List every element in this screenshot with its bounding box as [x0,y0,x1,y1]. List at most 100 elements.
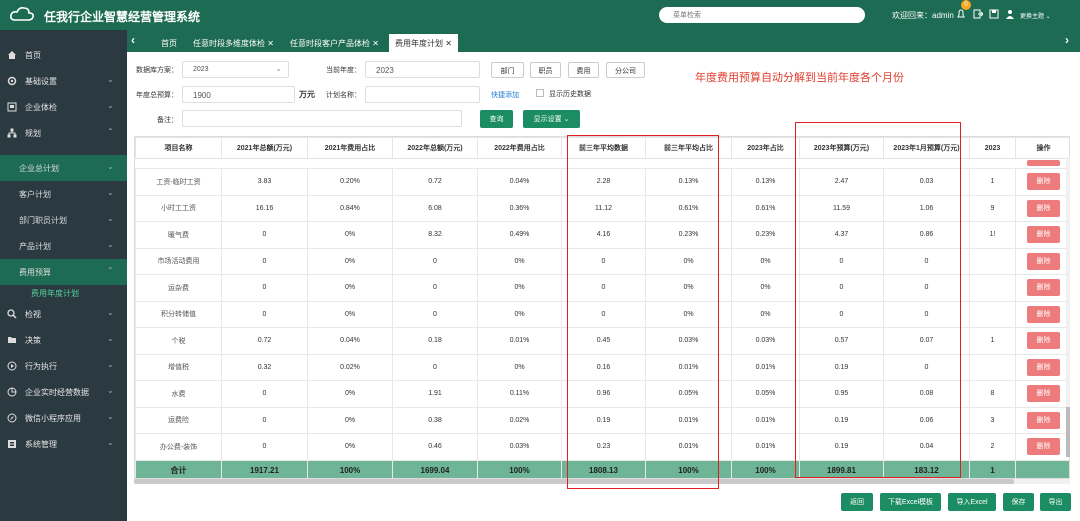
table-cell: 0.11% [477,380,562,408]
save-disk-icon[interactable] [989,9,999,19]
table-cell: 0 [799,247,884,275]
tab-home[interactable]: 首页 [161,34,177,52]
table-cell: 0.23 [561,433,646,461]
table-cell: 0.01% [645,433,732,461]
change-theme-button[interactable]: 更换主题 ⌄ [1020,11,1051,20]
table-cell: 0 [883,300,970,328]
sidebar-item-inspect[interactable]: 检视 ⌄ [0,301,127,327]
table-cell: 3 [969,406,1016,434]
table-cell: 0.07 [883,327,970,355]
query-button[interactable]: 查询 [480,110,513,128]
table-cell: 0.38 [392,406,478,434]
table-cell: 0 [221,433,308,461]
logout-icon[interactable] [973,9,983,19]
table-vertical-scrollbar[interactable] [1066,157,1070,457]
delete-button[interactable]: 删除 [1027,305,1060,323]
dept-button[interactable]: 部门 [491,62,524,78]
scrollbar-thumb[interactable] [134,479,1014,484]
sidebar-leaf-annual-fee-plan[interactable]: 费用年度计划 [0,284,127,302]
delete-button[interactable]: 删除 [1027,279,1060,297]
table-row-partial [136,159,1070,169]
sidebar-sub-fee-budget[interactable]: 费用预算 ⌃ [0,259,127,285]
delete-button[interactable] [1027,160,1060,166]
table-cell: 0.32 [221,353,308,381]
staff-button[interactable]: 职员 [530,62,561,78]
download-template-button[interactable]: 下载Excel模板 [880,493,941,511]
table-header: 前三年平均数据 [561,137,646,159]
remark-input[interactable] [182,110,462,127]
sidebar-item-decision[interactable]: 决策 ⌄ [0,327,127,353]
sidebar-item-execution[interactable]: 行为执行 ⌄ [0,353,127,379]
action-cell: 删除 [1015,274,1069,302]
tab-multi-dim-checkup[interactable]: 任意时段多维度体检 ✕ [193,34,274,52]
delete-button[interactable]: 删除 [1027,199,1060,217]
year-input[interactable]: 2023 [365,61,480,78]
delete-button[interactable]: 删除 [1027,438,1060,456]
sidebar-sub-enterprise-plan[interactable]: 企业总计划 ⌄ [0,155,127,181]
import-excel-button[interactable]: 导入Excel [948,493,996,511]
table-cell: 0.04% [477,168,562,196]
total-cell: 1699.04 [392,459,478,478]
delete-button[interactable]: 删除 [1027,411,1060,429]
total-row: 合计 1917.21 100% 1699.04 100% 1808.13 100% 100% 1… [135,459,1069,478]
table-horizontal-scrollbar[interactable] [134,479,1070,484]
chevron-down-icon: ⌄ [107,162,114,171]
table-cell: 0.95 [799,380,884,408]
scrollbar-thumb[interactable] [1066,407,1070,457]
chevron-down-icon: ⌄ [275,64,282,73]
table-header: 操作 [1015,137,1069,159]
table-header: 项目名称 [135,137,222,159]
sidebar-item-system[interactable]: 系统管理 ⌄ [0,431,127,457]
menu-search-input[interactable] [659,7,865,23]
sidebar-item-label: 微信小程序应用 [25,414,81,423]
delete-button[interactable]: 删除 [1027,226,1060,244]
delete-button[interactable]: 删除 [1027,252,1060,270]
tabs-prev-icon[interactable]: ‹ [131,33,135,47]
close-icon[interactable]: ✕ [267,39,274,48]
sidebar-item-planning[interactable]: 规划 ⌃ [0,120,127,146]
bell-icon[interactable] [956,9,966,19]
plan-name-input[interactable] [365,86,480,103]
export-button[interactable]: 导出 [1040,493,1071,511]
table-cell: 0.01% [645,406,732,434]
save-button[interactable]: 保存 [1003,493,1034,511]
sidebar-item-wechat-app[interactable]: 微信小程序应用 ⌄ [0,405,127,431]
table-cell: 1.91 [392,380,478,408]
compass-icon [7,413,17,423]
delete-button[interactable]: 删除 [1027,173,1060,191]
show-history-checkbox[interactable] [536,89,544,97]
table-cell: 0% [731,247,800,275]
notification-badge: 0 [961,0,971,10]
scheme-select[interactable]: 2023 ⌄ [182,61,289,78]
fee-button[interactable]: 费用 [568,62,599,78]
item-name-cell: 暖气费 [135,221,222,249]
tab-label: 任意时段多维度体检 [193,39,265,48]
total-cell: 1808.13 [561,459,646,478]
tab-customer-product-checkup[interactable]: 任意时段客户产品体检 ✕ [290,34,379,52]
folder-icon [8,337,16,343]
sidebar-sub-dept-staff-plan[interactable]: 部门职员计划 ⌄ [0,207,127,233]
sidebar-item-basic-settings[interactable]: 基础设置 ⌄ [0,68,127,94]
close-icon[interactable]: ✕ [445,39,452,48]
sidebar-item-realtime-data[interactable]: 企业实时经营数据 ⌄ [0,379,127,405]
scheme-value: 2023 [193,66,209,73]
tab-annual-fee-plan[interactable]: 费用年度计划 ✕ [389,34,458,52]
sidebar-item-label: 产品计划 [19,242,51,251]
scheme-label: 数据库方案： [136,67,178,74]
budget-input[interactable]: 1900 [182,86,295,103]
branch-button[interactable]: 分公司 [606,62,645,78]
sidebar-item-enterprise-checkup[interactable]: 企业体检 ⌄ [0,94,127,120]
tabs-next-icon[interactable]: › [1065,33,1069,47]
quick-add-link[interactable]: 快捷添加 [491,90,519,100]
delete-button[interactable]: 删除 [1027,358,1060,376]
table-cell: 0.49% [477,221,562,249]
display-settings-button[interactable]: 显示设置 ⌄ [523,110,580,128]
back-button[interactable]: 返回 [841,493,873,511]
sidebar-sub-product-plan[interactable]: 产品计划 ⌄ [0,233,127,259]
user-icon[interactable] [1005,9,1015,19]
sidebar-item-home[interactable]: 首页 [0,42,127,68]
close-icon[interactable]: ✕ [372,39,379,48]
delete-button[interactable]: 删除 [1027,332,1060,350]
sidebar-sub-customer-plan[interactable]: 客户计划 ⌄ [0,181,127,207]
delete-button[interactable]: 删除 [1027,385,1060,403]
